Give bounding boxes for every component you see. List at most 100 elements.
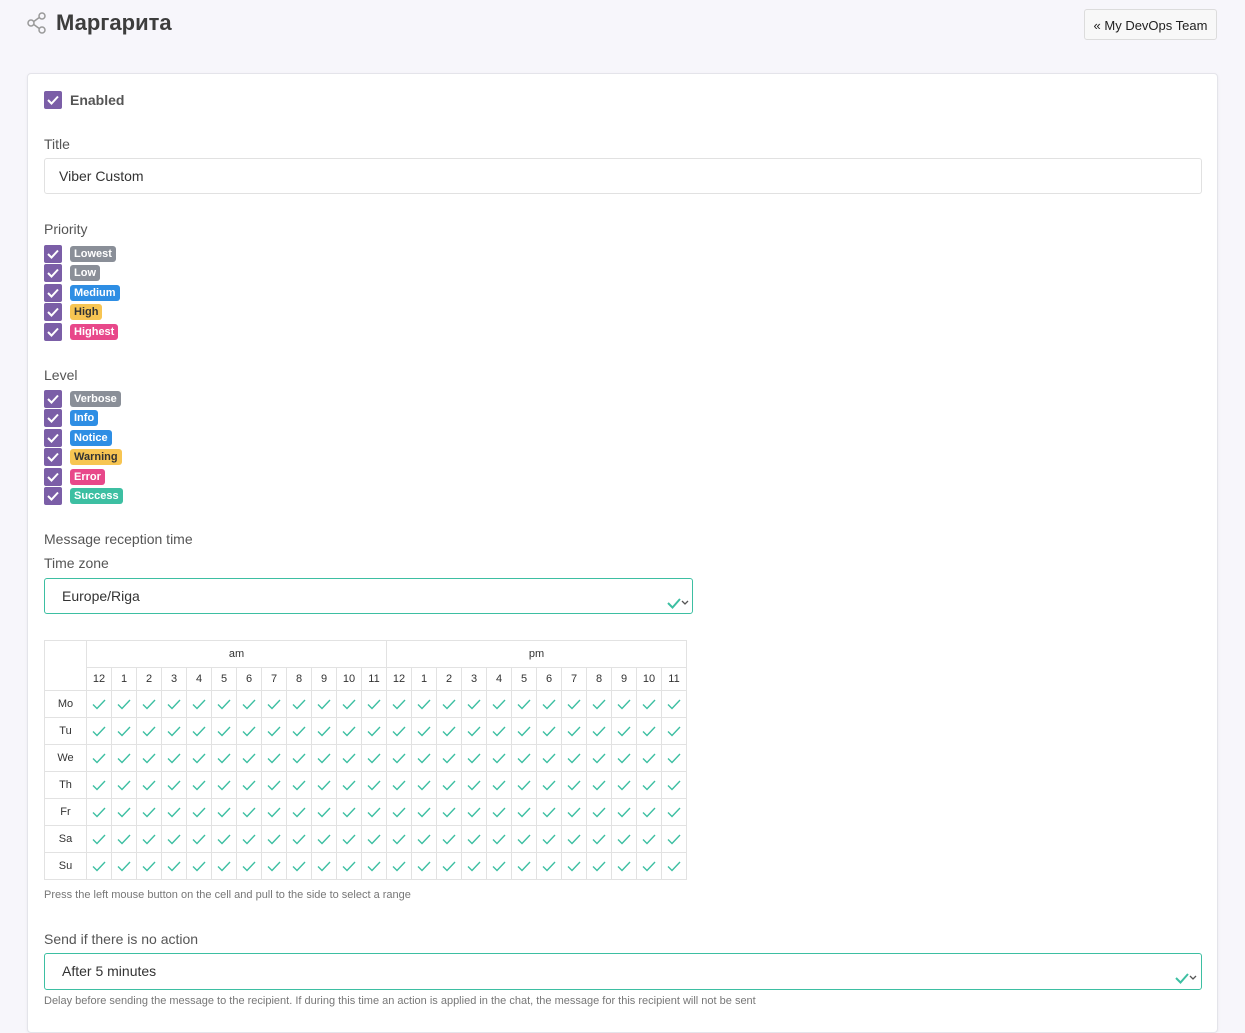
schedule-cell[interactable] [186,852,212,880]
priority-option[interactable]: Medium [44,283,244,302]
schedule-cell[interactable] [186,690,212,718]
schedule-cell[interactable] [536,852,562,880]
schedule-cell[interactable] [236,852,262,880]
schedule-cell[interactable] [411,771,437,799]
schedule-cell[interactable] [411,852,437,880]
schedule-cell[interactable] [486,852,512,880]
schedule-cell[interactable] [461,825,487,853]
schedule-cell[interactable] [211,825,237,853]
schedule-cell[interactable] [636,852,662,880]
schedule-cell[interactable] [611,771,637,799]
schedule-cell[interactable] [436,798,462,826]
schedule-cell[interactable] [361,798,387,826]
schedule-cell[interactable] [336,852,362,880]
schedule-cell[interactable] [186,825,212,853]
priority-option[interactable]: High [44,303,244,322]
schedule-cell[interactable] [286,690,312,718]
schedule-cell[interactable] [261,744,287,772]
schedule-cell[interactable] [86,690,112,718]
schedule-cell[interactable] [161,717,187,745]
schedule-cell[interactable] [136,825,162,853]
enabled-checkbox[interactable]: Enabled [44,91,164,111]
schedule-cell[interactable] [336,690,362,718]
schedule-cell[interactable] [361,825,387,853]
schedule-cell[interactable] [211,771,237,799]
schedule-cell[interactable] [561,690,587,718]
schedule-cell[interactable] [586,690,612,718]
schedule-cell[interactable] [311,744,337,772]
schedule-cell[interactable] [661,825,687,853]
schedule-cell[interactable] [611,825,637,853]
schedule-cell[interactable] [436,852,462,880]
schedule-cell[interactable] [261,852,287,880]
schedule-cell[interactable] [286,744,312,772]
schedule-cell[interactable] [136,852,162,880]
schedule-cell[interactable] [636,717,662,745]
schedule-cell[interactable] [611,717,637,745]
schedule-cell[interactable] [161,825,187,853]
schedule-cell[interactable] [311,771,337,799]
schedule-cell[interactable] [486,825,512,853]
schedule-cell[interactable] [336,798,362,826]
schedule-cell[interactable] [311,717,337,745]
schedule-cell[interactable] [636,744,662,772]
schedule-cell[interactable] [86,798,112,826]
schedule-cell[interactable] [236,717,262,745]
schedule-cell[interactable] [111,744,137,772]
schedule-cell[interactable] [661,717,687,745]
schedule-cell[interactable] [386,798,412,826]
priority-option[interactable]: Lowest [44,245,244,263]
schedule-cell[interactable] [336,771,362,799]
schedule-cell[interactable] [536,798,562,826]
schedule-cell[interactable] [561,744,587,772]
schedule-cell[interactable] [586,798,612,826]
schedule-cell[interactable] [261,798,287,826]
schedule-cell[interactable] [411,798,437,826]
priority-option[interactable]: Highest [44,322,244,341]
schedule-cell[interactable] [586,825,612,853]
schedule-cell[interactable] [536,744,562,772]
schedule-cell[interactable] [311,852,337,880]
schedule-cell[interactable] [561,852,587,880]
schedule-cell[interactable] [586,771,612,799]
schedule-cell[interactable] [186,798,212,826]
schedule-cell[interactable] [586,717,612,745]
schedule-cell[interactable] [611,798,637,826]
schedule-cell[interactable] [611,852,637,880]
schedule-cell[interactable] [361,771,387,799]
level-option[interactable]: Warning [44,448,244,467]
schedule-cell[interactable] [111,771,137,799]
schedule-cell[interactable] [186,717,212,745]
schedule-cell[interactable] [136,771,162,799]
schedule-cell[interactable] [286,717,312,745]
schedule-cell[interactable] [436,690,462,718]
schedule-cell[interactable] [236,798,262,826]
schedule-cell[interactable] [536,717,562,745]
schedule-cell[interactable] [636,771,662,799]
back-to-team-button[interactable]: « My DevOps Team [1084,9,1217,40]
schedule-cell[interactable] [361,690,387,718]
schedule-cell[interactable] [661,852,687,880]
schedule-cell[interactable] [161,852,187,880]
schedule-cell[interactable] [511,825,537,853]
schedule-cell[interactable] [111,825,137,853]
schedule-cell[interactable] [511,852,537,880]
schedule-cell[interactable] [586,852,612,880]
schedule-cell[interactable] [661,744,687,772]
schedule-cell[interactable] [661,798,687,826]
schedule-cell[interactable] [436,744,462,772]
schedule-cell[interactable] [586,744,612,772]
no-action-select[interactable]: After 5 minutes [44,953,1202,990]
schedule-cell[interactable] [436,717,462,745]
schedule-cell[interactable] [486,717,512,745]
schedule-cell[interactable] [561,825,587,853]
schedule-cell[interactable] [186,744,212,772]
schedule-cell[interactable] [411,717,437,745]
schedule-cell[interactable] [261,690,287,718]
schedule-cell[interactable] [86,771,112,799]
schedule-cell[interactable] [161,798,187,826]
schedule-cell[interactable] [461,717,487,745]
schedule-cell[interactable] [511,771,537,799]
schedule-cell[interactable] [336,825,362,853]
schedule-cell[interactable] [536,690,562,718]
